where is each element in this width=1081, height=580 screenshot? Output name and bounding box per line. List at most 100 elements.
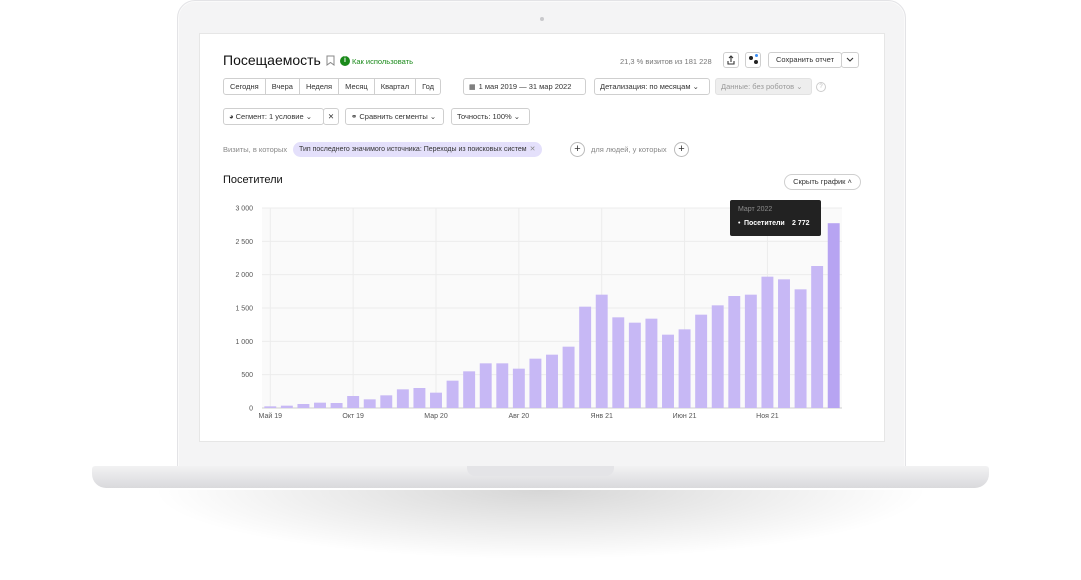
y-tick-label: 500 [241, 372, 253, 379]
laptop-shadow [150, 490, 931, 560]
accuracy-label: Точность: 100% [457, 112, 512, 121]
bar [496, 363, 509, 408]
segment-dropdown[interactable]: ◕ Сегмент: 1 условие ⌄ [223, 108, 324, 125]
bar [297, 404, 310, 408]
bar [678, 329, 691, 408]
segment-dots-button[interactable] [745, 52, 761, 68]
bar [827, 223, 840, 408]
pie-icon: ◕ [229, 112, 236, 121]
tooltip-value: 2 772 [792, 220, 810, 227]
visits-info: 21,3 % визитов из 181 228 [620, 57, 712, 66]
visitors-chart: 0 500 1 000 1 500 2 000 2 500 3 000 Май 19 Окт 1… [235, 206, 842, 420]
chevron-down-icon: ⌄ [303, 112, 313, 121]
x-tick-label: Ноя 21 [756, 413, 779, 420]
app-screen: Посещаемость i Как использовать 21,3 % в… [199, 33, 885, 442]
x-tick-label: Янв 21 [591, 413, 613, 420]
chevron-up-icon: ˄ [845, 177, 852, 186]
period-month[interactable]: Месяц [339, 79, 375, 94]
bar [463, 371, 476, 408]
accuracy-dropdown[interactable]: Точность: 100% ⌄ [451, 108, 530, 125]
bar [347, 396, 360, 408]
bar [529, 358, 542, 408]
period-yesterday[interactable]: Вчера [266, 79, 300, 94]
save-report-button[interactable]: Сохранить отчет [768, 52, 842, 68]
x-tick-label: Авг 20 [509, 413, 530, 420]
bar [595, 294, 608, 408]
page-title: Посещаемость [223, 52, 321, 68]
help-icon[interactable]: i [340, 56, 350, 66]
bar [562, 346, 575, 408]
bar [728, 296, 741, 408]
bar [794, 289, 807, 408]
bar [811, 266, 824, 408]
filter-tag-label: Тип последнего значимого источника: Пере… [299, 146, 527, 153]
bar [761, 276, 774, 408]
bar [363, 399, 376, 408]
tooltip-series-dot: • [738, 220, 741, 227]
date-range-label: 1 мая 2019 — 31 мар 2022 [478, 82, 572, 91]
detail-dropdown[interactable]: Детализация: по месяцам ⌄ [594, 78, 710, 95]
calendar-icon: ▦ [469, 84, 476, 91]
bar [446, 380, 459, 408]
bar [512, 368, 525, 408]
period-year[interactable]: Год [416, 79, 440, 94]
bookmark-icon[interactable] [326, 55, 335, 68]
y-tick-label: 2 000 [235, 272, 253, 279]
add-people-condition-button[interactable]: + [674, 142, 689, 157]
segment-clear-button[interactable]: ✕ [323, 108, 339, 125]
bar [744, 294, 757, 408]
bar [778, 279, 790, 408]
bar [579, 306, 592, 408]
tooltip-date: Март 2022 [738, 206, 773, 213]
bar [430, 392, 442, 408]
compare-segments-dropdown[interactable]: ⚭ Сравнить сегменты ⌄ [345, 108, 444, 125]
bar [695, 314, 708, 408]
y-tick-label: 2 500 [235, 239, 253, 246]
hide-chart-label: Скрыть график [793, 177, 846, 186]
bar [612, 317, 625, 408]
camera [540, 17, 544, 21]
bar [479, 363, 492, 408]
period-week[interactable]: Неделя [300, 79, 340, 94]
bar [546, 354, 558, 408]
help-link[interactable]: Как использовать [352, 57, 413, 66]
bar [662, 334, 674, 408]
date-range-button[interactable]: ▦ 1 мая 2019 — 31 мар 2022 [463, 78, 586, 95]
y-tick-label: 1 500 [235, 306, 253, 313]
bar [264, 406, 277, 408]
detail-label: Детализация: по месяцам [600, 82, 691, 91]
segment-label: Сегмент: 1 условие [235, 112, 304, 121]
close-icon: ✕ [327, 112, 335, 121]
save-dropdown-button[interactable] [841, 52, 859, 68]
hide-chart-button[interactable]: Скрыть график ˄ [784, 174, 861, 190]
export-button[interactable] [723, 52, 739, 68]
plot-area [262, 208, 842, 408]
period-today[interactable]: Сегодня [224, 79, 266, 94]
add-visit-condition-button[interactable]: + [570, 142, 585, 157]
data-filter-dropdown[interactable]: Данные: без роботов ⌄ [715, 78, 812, 95]
bar [330, 403, 343, 408]
chevron-down-icon: ⌄ [794, 82, 803, 91]
y-tick-label: 0 [249, 406, 253, 413]
dots-icon [749, 56, 753, 60]
period-switcher: Сегодня Вчера Неделя Месяц Квартал Год [223, 78, 442, 95]
share-icon [727, 55, 735, 65]
x-tick-label: Мар 20 [424, 413, 448, 420]
bar [628, 322, 641, 408]
bar [413, 388, 426, 408]
filter-tag[interactable]: Тип последнего значимого источника: Пере… [293, 142, 542, 157]
data-filter-label: Данные: без роботов [721, 82, 795, 91]
y-tick-label: 3 000 [235, 206, 253, 213]
tooltip-series-name: Посетители [744, 220, 785, 227]
chart-title: Посетители [223, 174, 283, 186]
period-quarter[interactable]: Квартал [375, 79, 417, 94]
question-icon[interactable]: ? [816, 82, 826, 92]
chart-tooltip: Март 2022 • Посетители 2 772 [730, 200, 821, 236]
laptop-notch [467, 466, 614, 476]
close-icon[interactable]: ✕ [530, 146, 536, 153]
compare-label: Сравнить сегменты [359, 112, 428, 121]
filter-prefix: Визиты, в которых [223, 145, 288, 154]
bar [711, 305, 724, 408]
y-tick-label: 1 000 [235, 339, 253, 346]
x-tick-label: Окт 19 [342, 413, 364, 420]
